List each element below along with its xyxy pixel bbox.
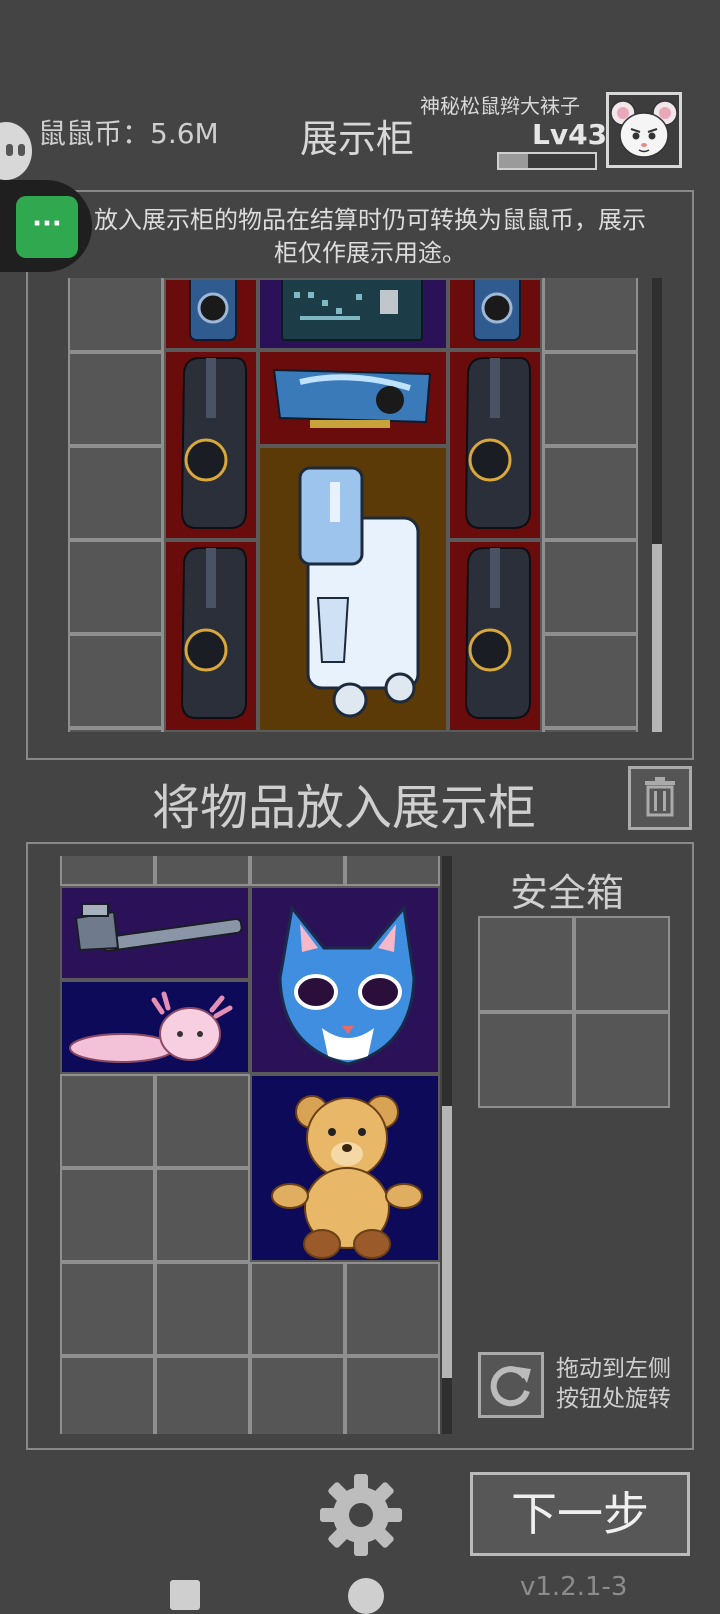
showcase-item-oxygen-concentrator[interactable] <box>258 446 448 732</box>
grid-slot[interactable] <box>543 352 638 446</box>
safebox-slot[interactable] <box>478 916 574 1012</box>
grid-slot[interactable] <box>60 1262 155 1356</box>
trash-button[interactable] <box>628 766 692 830</box>
grid-slot[interactable] <box>543 634 638 728</box>
grid-slot[interactable] <box>60 856 155 886</box>
xp-bar <box>497 152 597 170</box>
safebox-slot[interactable] <box>574 1012 670 1108</box>
showcase-item-earbud-case[interactable] <box>164 540 258 732</box>
earbud-case-icon <box>464 357 531 529</box>
teddy-bear-icon <box>271 1095 423 1259</box>
showcase-item-speaker[interactable] <box>448 278 542 350</box>
rotate-hint-line-1: 拖动到左侧 <box>556 1356 671 1382</box>
inventory-item-teddy-bear[interactable] <box>250 1074 440 1262</box>
next-step-button[interactable]: 下一步 <box>470 1472 690 1556</box>
showcase-scrollbar[interactable] <box>652 278 662 732</box>
rotate-hint-line-2: 按钮处旋转 <box>556 1386 671 1412</box>
grid-slot[interactable] <box>155 1262 250 1356</box>
settings-button[interactable] <box>316 1470 406 1560</box>
safebox-grid[interactable] <box>478 916 670 1108</box>
xp-bar-fill <box>499 154 528 168</box>
grid-slot[interactable] <box>155 1356 250 1434</box>
cat-mask-icon <box>278 904 416 1066</box>
safebox-title: 安全箱 <box>510 871 625 915</box>
inventory-scrollbar-thumb[interactable] <box>442 1106 452 1378</box>
inventory-scrollbar[interactable] <box>442 856 452 1434</box>
grid-slot[interactable] <box>68 352 163 446</box>
grid-slot[interactable] <box>68 446 163 540</box>
circuit-board-icon <box>281 280 423 341</box>
grid-slot[interactable] <box>250 856 345 886</box>
grid-slot[interactable] <box>345 1356 440 1434</box>
grid-slot[interactable] <box>543 540 638 634</box>
chat-button[interactable]: ··· <box>16 196 78 258</box>
grid-slot[interactable] <box>250 1262 345 1356</box>
earbud-case-icon <box>180 357 247 529</box>
axolotl-plush-icon <box>69 991 233 1063</box>
grid-slot[interactable] <box>543 278 638 352</box>
recents-nav-icon[interactable] <box>170 1580 200 1610</box>
grid-slot[interactable] <box>155 856 250 886</box>
safebox-slot[interactable] <box>574 916 670 1012</box>
grid-slot[interactable] <box>68 728 163 732</box>
speaker-icon <box>473 280 521 341</box>
showcase-item-earbud-case[interactable] <box>448 350 542 540</box>
rotate-hint: 拖动到左侧 按钮处旋转 <box>556 1354 671 1414</box>
grid-slot[interactable] <box>250 1356 345 1434</box>
safebox-slot[interactable] <box>478 1012 574 1108</box>
rotate-icon <box>490 1366 531 1407</box>
trash-icon <box>645 777 675 817</box>
speaker-icon <box>189 280 237 341</box>
grid-slot[interactable] <box>60 1168 155 1262</box>
showcase-item-earbud-case[interactable] <box>448 540 542 732</box>
home-nav-icon[interactable] <box>348 1578 384 1614</box>
grid-slot[interactable] <box>60 1074 155 1168</box>
grid-slot[interactable] <box>68 278 163 352</box>
grid-slot[interactable] <box>68 540 163 634</box>
showcase-notice: 放入展示柜的物品在结算时仍可转换为鼠鼠币，展示柜仅作展示用途。 <box>94 206 646 267</box>
assistant-float-button[interactable] <box>0 122 32 180</box>
grid-slot[interactable] <box>345 856 440 886</box>
page-title: 展示柜 <box>300 117 415 161</box>
coin-balance: 鼠鼠币：5.6M <box>38 117 219 150</box>
player-level: Lv43 <box>532 118 608 151</box>
gear-icon <box>320 1474 402 1556</box>
grid-slot[interactable] <box>155 1168 250 1262</box>
showcase-item-speaker[interactable] <box>164 278 258 350</box>
avatar[interactable] <box>606 92 682 168</box>
graphics-card-icon <box>272 368 432 428</box>
grid-slot[interactable] <box>543 728 638 732</box>
inventory-grid[interactable] <box>60 856 440 1434</box>
earbud-case-icon <box>180 547 247 719</box>
showcase-scrollbar-thumb[interactable] <box>652 544 662 732</box>
showcase-item-graphics-card[interactable] <box>258 350 448 446</box>
player-name: 神秘松鼠辫大袜子 <box>420 94 580 118</box>
showcase-grid[interactable] <box>68 278 640 732</box>
showcase-item-circuit-board[interactable] <box>258 278 448 350</box>
showcase-item-earbud-case[interactable] <box>164 350 258 540</box>
grid-slot[interactable] <box>68 634 163 728</box>
inventory-item-axolotl-plush[interactable] <box>60 980 250 1074</box>
oxygen-concentrator-icon <box>298 466 420 718</box>
grid-slot[interactable] <box>155 1074 250 1168</box>
earbud-case-icon <box>464 547 531 719</box>
rotate-button[interactable] <box>478 1352 544 1418</box>
grid-slot[interactable] <box>345 1262 440 1356</box>
eye-icon <box>18 144 25 156</box>
grid-slot[interactable] <box>60 1356 155 1434</box>
inventory-item-pipe-wrench[interactable] <box>60 886 250 980</box>
version-label: v1.2.1-3 <box>520 1572 628 1602</box>
eye-icon <box>6 144 13 156</box>
mouse-avatar-icon <box>610 100 678 158</box>
pipe-wrench-icon <box>74 903 243 953</box>
place-into-showcase-label: 将物品放入展示柜 <box>152 780 537 836</box>
grid-slot[interactable] <box>543 446 638 540</box>
inventory-item-cat-mask[interactable] <box>250 886 440 1074</box>
